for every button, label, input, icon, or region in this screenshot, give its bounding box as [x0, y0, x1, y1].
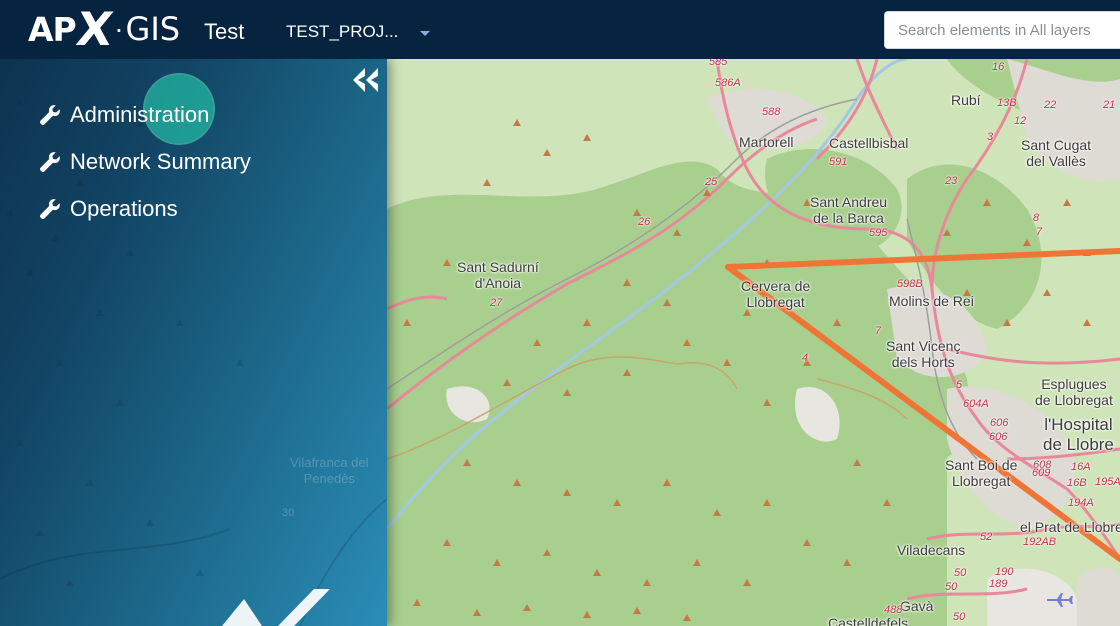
map-canvas[interactable]: Rubí Sant Cugat del Vallès Martorell Cas…	[387, 59, 1120, 626]
place-label-line: Sant Sadurní	[457, 259, 539, 275]
apx-x-watermark-logo	[222, 589, 330, 626]
ghost-road-number: 30	[282, 507, 295, 519]
sidebar-item-label: Operations	[70, 195, 178, 221]
place-label: Martorell	[739, 134, 794, 150]
road-number: 192AB	[1023, 536, 1057, 548]
place-label-line: Llobregat	[746, 294, 805, 310]
road-number: 52	[980, 531, 993, 543]
place-label: Esplugues de Llobregat	[1035, 376, 1113, 408]
road-number: 588	[762, 106, 781, 118]
ghost-label-line-2: Penedès	[303, 471, 355, 486]
place-label-line: Sant Andreu	[810, 194, 888, 210]
logo-apx-text: AP	[28, 9, 77, 49]
sidebar-menu: Administration Network Summary Operation…	[38, 91, 251, 232]
road-number: 488	[884, 604, 903, 616]
road-number: 16A	[1071, 461, 1091, 473]
road-number: 598B	[897, 278, 923, 290]
caret-down-icon	[420, 30, 431, 36]
road-number: 606	[989, 431, 1008, 443]
wrench-icon	[40, 104, 60, 125]
road-number: 194A	[1068, 497, 1094, 509]
place-label: Sant Vicenç dels Horts	[886, 338, 960, 370]
double-chevron-left-icon	[353, 68, 378, 92]
road-number: 585	[709, 59, 728, 68]
road-number: 50	[954, 567, 967, 579]
project-select[interactable]: TEST_PROJ...	[286, 22, 431, 42]
search-input[interactable]	[884, 11, 1120, 49]
road-number: 25	[705, 176, 718, 188]
place-label: Viladecans	[897, 542, 966, 558]
sidebar-item-label: Network Summary	[70, 148, 251, 174]
place-label: Rubí	[951, 92, 981, 108]
road-number: 189	[989, 578, 1008, 590]
road-number: 5	[956, 379, 963, 391]
road-number: 606	[990, 417, 1009, 429]
road-number: 7	[1036, 226, 1043, 238]
place-label-line: del Vallès	[1026, 153, 1086, 169]
place-label-line: de Llobre	[1043, 435, 1114, 454]
road-number: 13B	[997, 97, 1017, 109]
place-label: l'Hospital de Llobre	[1043, 415, 1114, 455]
place-label: Gavà	[900, 598, 934, 614]
place-label-line: Llobregat	[952, 473, 1011, 489]
place-label-line: Sant Vicenç	[886, 338, 961, 354]
wrench-icon	[40, 198, 60, 219]
project-select-value: TEST_PROJ...	[286, 22, 399, 41]
road-number: 16B	[1067, 477, 1087, 489]
place-label: Castellbisbal	[829, 135, 909, 151]
road-number: 50	[945, 581, 958, 593]
ghost-place-label: Vilafranca del Penedès	[290, 455, 369, 487]
place-label-line: Esplugues	[1041, 376, 1107, 392]
road-number: 27	[490, 297, 503, 309]
road-number: 22	[1044, 99, 1057, 111]
sidebar-item-operations[interactable]: Operations	[38, 185, 251, 232]
place-label: Cervera de Llobregat	[741, 278, 810, 310]
logo-x-text: X	[72, 2, 116, 56]
place-label: el Prat de Llobre	[1020, 519, 1120, 535]
place-label: Castelldefels	[828, 615, 909, 626]
road-number: 21	[1103, 99, 1116, 111]
logo-dot: ·	[114, 13, 124, 44]
place-label-line: de la Barca	[813, 210, 884, 226]
road-number: 26	[638, 216, 651, 228]
wrench-icon	[40, 151, 60, 172]
road-number: 609	[1032, 467, 1051, 479]
road-number: 604A	[963, 398, 989, 410]
collapse-sidebar-button[interactable]	[351, 67, 381, 93]
place-label-line: de Llobregat	[1035, 392, 1113, 408]
road-number: 12	[1014, 115, 1027, 127]
ghost-label-line-1: Vilafranca del	[290, 455, 369, 470]
place-label: Sant Boi de Llobregat	[945, 457, 1017, 489]
place-label: Molins de Rei	[889, 293, 974, 309]
place-label: Sant Andreu de la Barca	[810, 194, 887, 226]
logo-gis-text: GIS	[125, 10, 181, 48]
sidebar-item-label: Administration	[70, 101, 210, 127]
road-number: 195A	[1095, 476, 1120, 488]
road-number: 190	[995, 566, 1014, 578]
road-number: 7	[875, 325, 882, 337]
road-number: 4	[802, 352, 809, 364]
sidebar: Vilafranca del Penedès 30 Administration…	[0, 59, 387, 626]
place-label-line: d'Anoia	[474, 275, 521, 291]
place-label-line: dels Horts	[891, 354, 955, 370]
road-number: 8	[1033, 212, 1040, 224]
road-number: 23	[945, 175, 958, 187]
road-number: 586A	[715, 77, 741, 89]
road-number: 595	[869, 227, 888, 239]
place-label-line: Sant Boi de	[945, 457, 1018, 473]
sidebar-item-network-summary[interactable]: Network Summary	[38, 138, 251, 185]
road-number: 50	[953, 611, 966, 623]
place-label: Sant Cugat del Vallès	[1021, 137, 1091, 169]
place-label: Sant Sadurní d'Anoia	[457, 259, 539, 291]
top-bar: AP X · GIS Test TEST_PROJ...	[0, 0, 1120, 59]
place-label-line: Cervera de	[741, 278, 811, 294]
place-label-line: l'Hospital	[1044, 415, 1113, 434]
place-label-line: Sant Cugat	[1021, 137, 1092, 153]
sidebar-item-administration[interactable]: Administration	[38, 91, 251, 138]
apx-gis-logo[interactable]: AP X · GIS	[28, 2, 181, 56]
road-number: 591	[829, 156, 848, 168]
project-title: Test	[204, 19, 245, 44]
road-number: 3	[987, 131, 994, 143]
road-number: 16	[992, 61, 1005, 73]
